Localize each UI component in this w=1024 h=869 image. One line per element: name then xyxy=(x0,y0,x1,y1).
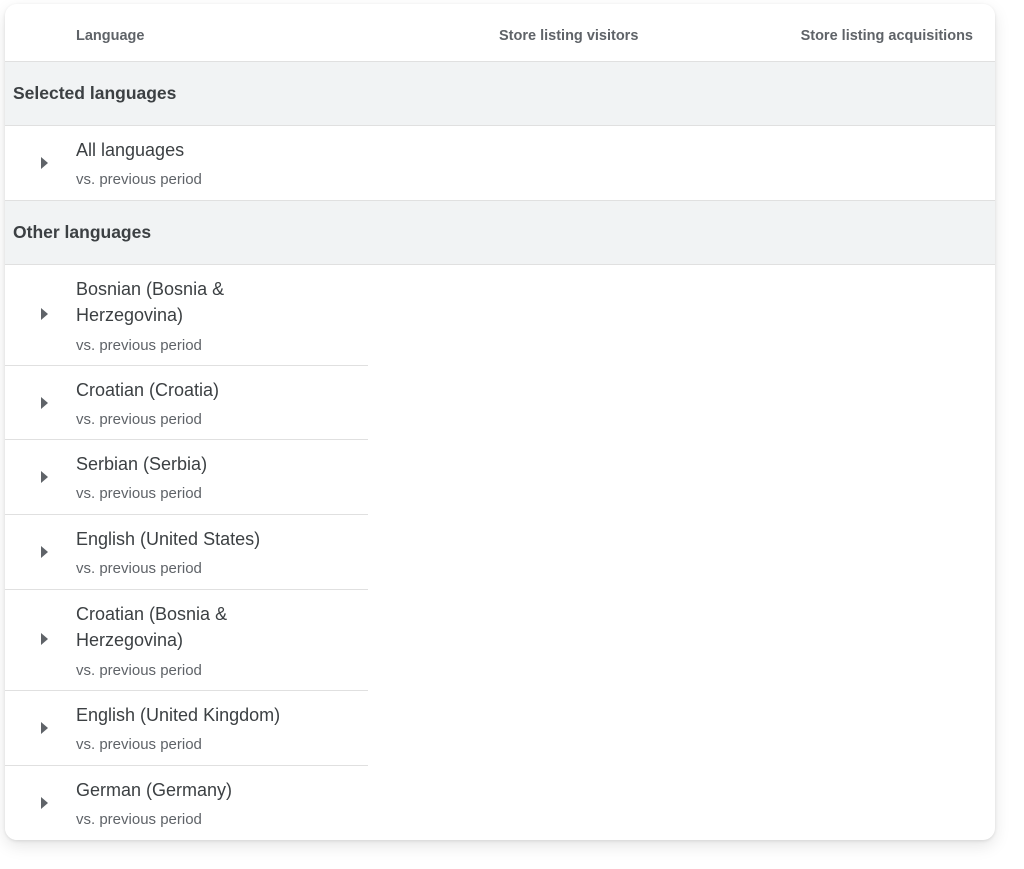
row-language-name-line2: Herzegovina) xyxy=(76,630,184,650)
column-header-language[interactable]: Language xyxy=(76,28,144,44)
table-row[interactable]: Bosnian (Bosnia & Herzegovina) vs. previ… xyxy=(5,265,368,366)
table-row[interactable]: Serbian (Serbia) vs. previous period xyxy=(5,440,368,515)
row-language-name: All languages xyxy=(76,140,185,160)
row-comparison-label: vs. previous period xyxy=(76,811,202,828)
table-row[interactable]: English (United Kingdom) vs. previous pe… xyxy=(5,691,368,766)
table-row[interactable]: Croatian (Croatia) vs. previous period xyxy=(5,366,368,440)
row-comparison-label: vs. previous period xyxy=(76,411,202,428)
section-title: Selected languages xyxy=(13,83,177,103)
row-comparison-label: vs. previous period xyxy=(76,736,202,753)
caret-right-icon[interactable] xyxy=(41,633,48,645)
row-language-name: Bosnian (Bosnia & xyxy=(76,279,225,299)
caret-right-icon[interactable] xyxy=(41,546,48,558)
caret-right-icon[interactable] xyxy=(41,722,48,734)
row-language-name: Croatian (Bosnia & xyxy=(76,604,228,624)
caret-right-icon[interactable] xyxy=(41,157,48,169)
table-row[interactable]: All languages vs. previous period xyxy=(5,126,995,200)
column-header-acquisitions[interactable]: Store listing acquisitions xyxy=(801,28,973,44)
table-header: Language Store listing visitors Store li… xyxy=(5,4,995,62)
row-comparison-label: vs. previous period xyxy=(76,337,202,354)
caret-right-icon[interactable] xyxy=(41,397,48,409)
row-language-name: English (United States) xyxy=(76,529,261,549)
row-comparison-label: vs. previous period xyxy=(76,560,202,577)
section-title: Other languages xyxy=(13,222,152,242)
column-header-visitors[interactable]: Store listing visitors xyxy=(499,28,638,44)
row-comparison-label: vs. previous period xyxy=(76,485,202,502)
language-table: Language Store listing visitors Store li… xyxy=(5,4,995,840)
row-comparison-label: vs. previous period xyxy=(76,171,202,188)
section-other-languages: Other languages xyxy=(5,200,995,265)
section-selected-languages: Selected languages xyxy=(5,62,995,126)
caret-right-icon[interactable] xyxy=(41,308,48,320)
row-comparison-label: vs. previous period xyxy=(76,662,202,679)
row-language-name: Croatian (Croatia) xyxy=(76,380,220,400)
caret-right-icon[interactable] xyxy=(41,797,48,809)
table-row[interactable]: German (Germany) vs. previous period xyxy=(5,766,368,840)
table-row[interactable]: English (United States) vs. previous per… xyxy=(5,515,368,590)
row-language-name: English (United Kingdom) xyxy=(76,705,281,725)
row-language-name: German (Germany) xyxy=(76,780,233,800)
row-language-name: Serbian (Serbia) xyxy=(76,454,208,474)
row-language-name-line2: Herzegovina) xyxy=(76,305,184,325)
caret-right-icon[interactable] xyxy=(41,471,48,483)
table-row[interactable]: Croatian (Bosnia & Herzegovina) vs. prev… xyxy=(5,590,368,691)
